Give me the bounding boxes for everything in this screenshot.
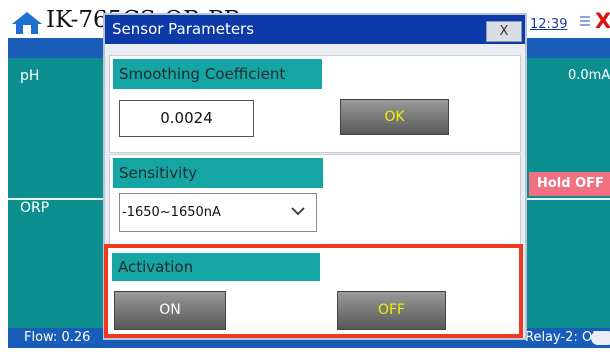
dialog-title-bar: Sensor Parameters X [105, 15, 525, 44]
sensitivity-select[interactable]: -1650~1650nA [119, 193, 317, 232]
toggle-icon[interactable] [591, 331, 610, 345]
clock: 12:39 [530, 17, 568, 32]
sensitivity-header: Sensitivity [113, 158, 323, 188]
activation-on-button[interactable]: ON [114, 291, 226, 330]
sensitivity-panel: Sensitivity -1650~1650nA [109, 154, 521, 249]
activation-panel: Activation ON OFF [104, 244, 523, 338]
activation-off-button[interactable]: OFF [337, 291, 446, 330]
ph-label: pH [20, 68, 40, 84]
chevron-down-icon [291, 207, 305, 216]
dialog-title: Sensor Parameters [112, 20, 255, 38]
menu-icon[interactable] [580, 16, 590, 28]
app-close-button[interactable]: X [595, 9, 610, 33]
activation-header: Activation [112, 253, 320, 281]
ok-button[interactable]: OK [340, 99, 449, 135]
sensitivity-selected-value: -1650~1650nA [122, 205, 221, 220]
smoothing-header: Smoothing Coefficient [113, 59, 322, 89]
smoothing-coefficient-input[interactable]: 0.0024 [119, 100, 254, 137]
ph-output-value: 0.0mA [568, 68, 610, 83]
home-icon[interactable] [10, 10, 44, 36]
flow-status: Flow: 0.26 [24, 330, 91, 345]
hold-status-badge[interactable]: Hold OFF [529, 172, 610, 196]
orp-label: ORP [20, 200, 50, 216]
smoothing-panel: Smoothing Coefficient 0.0024 OK [109, 55, 521, 153]
dialog-close-button[interactable]: X [486, 21, 522, 42]
